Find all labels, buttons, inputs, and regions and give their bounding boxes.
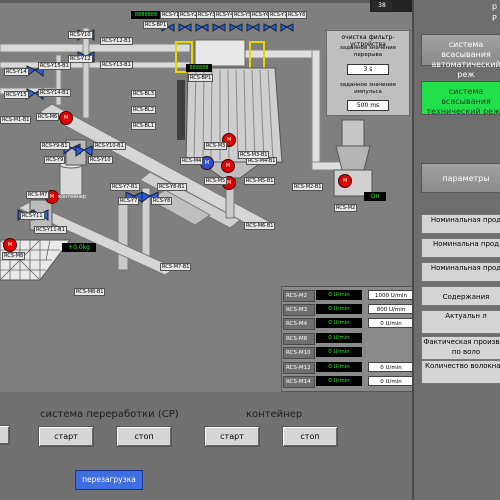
motor-m8-icon[interactable]: M (3, 238, 17, 252)
tag-m6-b1[interactable]: RCS-M6-B1 (244, 222, 276, 230)
tag-m8[interactable]: RCS-M8 (2, 252, 26, 260)
param-list-item[interactable]: Номинальная прод (421, 262, 500, 282)
container-stop-button[interactable]: стоп (282, 426, 338, 447)
table-row: RCS-M12 0 U/min 0 U/min (283, 362, 412, 374)
auto-mode-button[interactable]: система всасывания автоматический реж (421, 34, 500, 79)
motor-name: RCS-M3 (283, 304, 315, 316)
filter-on-display: On (364, 192, 386, 201)
bp1-tag-top[interactable]: RCS-BP1 (143, 21, 169, 29)
tag-m7[interactable]: RCS-M7 (26, 191, 50, 199)
container-section-title: контейнер (246, 409, 303, 420)
bp1-tag-mid[interactable]: RCS-BP1 (188, 74, 214, 82)
level-tag-bl3[interactable]: RCS-BL3 (131, 90, 156, 98)
valve-tag-y8[interactable]: RCS-Y8 (286, 11, 308, 19)
edge-letter-top: р (492, 2, 498, 11)
table-row: RCS-M4 0 U/min 0 U/min (283, 318, 412, 330)
parameters-button[interactable]: параметры (421, 163, 500, 193)
motor-m2-icon[interactable]: M (338, 174, 352, 188)
tag-m8-b1[interactable]: RCS-M8-B1 (74, 288, 106, 296)
motor-set-speed[interactable]: 0 U/min (368, 362, 412, 372)
bp1-display-mid: 888888 (186, 64, 212, 72)
weight-display: +0,0kg (62, 243, 96, 252)
tag-m1-b1[interactable]: RCS-M1-B1 (0, 116, 32, 124)
tag-y15-b1[interactable]: RCS-Y15-B1 (38, 62, 71, 70)
tag-y14-b1[interactable]: RCS-Y14-B1 (38, 89, 71, 97)
table-row: RCS-M8 0 U/min (283, 333, 412, 345)
tag-y9-b1[interactable]: RCS-Y9-B1 (40, 142, 70, 150)
motor-m6-icon[interactable]: M (59, 111, 73, 125)
filter-cleaning-panel: очистка фильтр-устройства заданное значе… (326, 30, 410, 116)
partial-left-button[interactable] (0, 425, 10, 445)
param-list-item[interactable]: Номинальная прод (421, 214, 500, 234)
reload-button[interactable]: перезагрузка (75, 470, 143, 490)
cp-start-button[interactable]: старт (38, 426, 94, 447)
pulse-value-field[interactable]: 500 ms (347, 100, 389, 111)
tag-m4[interactable]: RCS-M4 (180, 157, 204, 165)
motor-actual-speed: 0 U/min (316, 318, 362, 328)
container-start-button[interactable]: старт (204, 426, 260, 447)
tag-y11[interactable]: RCS-Y11 (20, 212, 45, 220)
tag-y9[interactable]: RCS-Y9 (44, 156, 66, 164)
container-label: контейнер (58, 194, 87, 200)
tag-y14[interactable]: RCS-Y14 (4, 68, 29, 76)
tag-m2-b1[interactable]: RCS-M2-B1 (292, 183, 324, 191)
tag-m2[interactable]: RCS-M2 (334, 204, 358, 212)
param-list-item[interactable]: Содержания (421, 286, 500, 306)
tag-m3-b1[interactable]: RCS-M3-B1 (238, 151, 270, 159)
motor-set-speed[interactable]: 1000 U/min (368, 290, 412, 300)
pause-label: заданное значение перерыва (339, 45, 397, 58)
motor-name: RCS-M8 (283, 333, 315, 345)
table-row: RCS-M3 0 U/min 800 U/min (283, 304, 412, 316)
tag-m5-b1[interactable]: RCS-M5-B1 (244, 177, 276, 185)
param-list-item[interactable]: Количество волокна в (421, 360, 500, 384)
top-counter: 38 (372, 1, 392, 11)
param-list-item[interactable]: Фактическая производ по воло (421, 336, 500, 360)
motor-name: RCS-M12 (283, 362, 315, 374)
motor-actual-speed: 0 U/min (316, 362, 362, 372)
motor-actual-speed: 0 U/min (316, 290, 362, 300)
tag-y12-b1[interactable]: RCS-Y12-B1 (100, 37, 133, 45)
table-row: RCS-M10 0 U/min (283, 347, 412, 359)
motor-actual-speed: 0 U/min (316, 333, 362, 343)
table-row: RCS-M2 0 U/min 1000 U/min (283, 290, 412, 302)
motor-set-speed[interactable]: 0 U/min (368, 376, 412, 386)
motor-actual-speed: 0 U/min (316, 376, 362, 386)
tag-m5[interactable]: RCS-M5 (204, 177, 228, 185)
pause-value-field[interactable]: 3 s (347, 64, 389, 75)
tech-mode-button[interactable]: система всасывания технический режи (421, 81, 500, 116)
motor-actual-speed: 0 U/min (316, 304, 362, 314)
pulse-label: заданное значение импульса (339, 82, 397, 95)
motor-name: RCS-M2 (283, 290, 315, 302)
motor-name: RCS-M14 (283, 376, 315, 388)
param-list-item[interactable]: Актуальн л (421, 310, 500, 334)
tag-y11-b1[interactable]: RCS-Y11-B1 (34, 226, 67, 234)
motor-set-speed[interactable]: 0 U/min (368, 318, 412, 328)
motor-name: RCS-M10 (283, 347, 315, 359)
motor-name: RCS-M4 (283, 318, 315, 330)
edge-letter-right: Р (492, 14, 497, 23)
motor-m5-icon[interactable]: M (221, 159, 235, 173)
table-row: RCS-M14 0 U/min 0 U/min (283, 376, 412, 388)
level-tag-bl1[interactable]: RCS-BL1 (131, 122, 156, 130)
tag-y15[interactable]: RCS-Y15 (4, 91, 29, 99)
bp1-display-top: 8888888 (131, 11, 161, 19)
tag-y12[interactable]: RCS-Y12 (68, 55, 93, 63)
tag-y13-b1[interactable]: RCS-Y13-B1 (100, 61, 133, 69)
cp-section-title: система переработки (CP) (40, 409, 179, 420)
tag-m6[interactable]: RCS-M6 (36, 113, 60, 121)
level-tag-bl2[interactable]: RCS-BL2 (131, 106, 156, 114)
motor-actual-speed: 0 U/min (316, 347, 362, 357)
tag-y7[interactable]: RCS-Y7 (118, 197, 140, 205)
tag-y7-b1[interactable]: RCS-Y7-B1 (110, 183, 140, 191)
param-list-item[interactable]: Номинальна прод (421, 238, 500, 258)
tag-y10-left[interactable]: RCS-Y10 (68, 31, 93, 39)
tag-y8-b1[interactable]: RCS-Y8-B1 (157, 183, 187, 191)
tag-y10[interactable]: RCS-Y10 (88, 156, 113, 164)
tag-y10-b1[interactable]: RCS-Y10-B1 (93, 142, 126, 150)
tag-m3[interactable]: RCS-M3 (204, 142, 228, 150)
tag-y8[interactable]: RCS-Y8 (151, 197, 173, 205)
motor-set-speed[interactable]: 800 U/min (368, 304, 412, 314)
tag-m7-b1[interactable]: RCS-M7-B1 (160, 263, 192, 271)
cp-stop-button[interactable]: стоп (116, 426, 172, 447)
